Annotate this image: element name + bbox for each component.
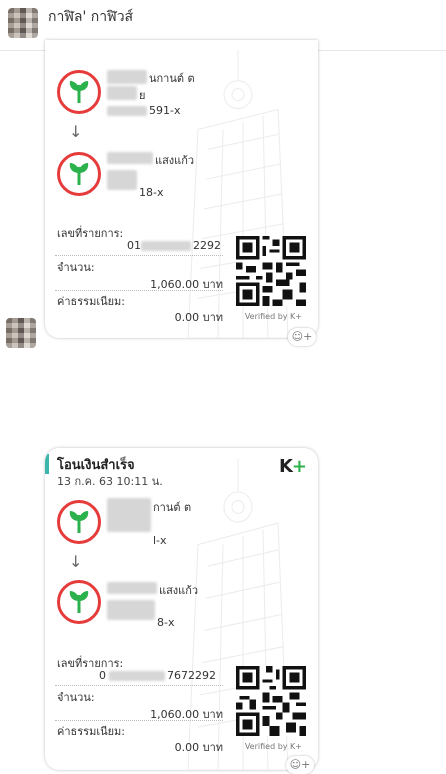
fee-value: 0.00 บาท <box>174 741 223 754</box>
kbank-logo <box>57 70 101 114</box>
qr-code[interactable] <box>236 236 306 306</box>
kbank-logo <box>57 580 101 624</box>
sender-avatar[interactable] <box>6 318 36 348</box>
verified-by-kplus: Verified by K+ <box>244 742 302 751</box>
divider <box>55 720 223 721</box>
receiver-name-suffix: แสงแก้ว <box>155 154 195 167</box>
amount-label: จำนวน: <box>57 691 95 704</box>
fee-label: ค่าธรรมเนียม: <box>57 725 125 738</box>
ref-prefix: 01 <box>127 239 141 252</box>
receiver-account-suffix: 18-x <box>139 186 164 199</box>
sender-account-suffix: 591-x <box>149 104 181 117</box>
receiver-name-mask <box>107 152 153 164</box>
qr-code[interactable] <box>236 666 306 736</box>
reaction-button[interactable]: ☺+ <box>286 756 314 774</box>
ref-label: เลขที่รายการ: <box>57 227 124 240</box>
arrow-down-icon: ↓ <box>69 552 83 571</box>
sender-account-suffix: l-x <box>153 534 167 547</box>
ref-label: เลขที่รายการ: <box>57 657 124 670</box>
arrow-down-icon: ↓ <box>69 122 83 141</box>
kbank-logo <box>57 152 101 196</box>
reaction-button[interactable]: ☺+ <box>288 328 316 346</box>
amount-label: จำนวน: <box>57 261 95 274</box>
sender-name-mask <box>107 70 147 84</box>
receiver-name-suffix: แสงแก้ว <box>159 584 199 597</box>
sender-avatar[interactable] <box>8 8 38 38</box>
kplus-plus: + <box>291 456 307 477</box>
ref-suffix: 7672292 <box>167 669 216 682</box>
fee-label: ค่าธรรมเนียม: <box>57 295 125 308</box>
kplus-logo: K+ <box>278 456 307 477</box>
kbank-logo <box>57 500 101 544</box>
receiver-account-suffix: 8-x <box>157 616 175 629</box>
transfer-slip-1[interactable]: นกานต์ ต ย 591-x ↓ แสงแก้ว 18-x เลขที่รา… <box>45 40 318 338</box>
receiver-line2-mask <box>107 170 137 190</box>
ref-prefix: 0 <box>99 669 106 682</box>
title-accent <box>45 454 49 474</box>
kplus-k: K <box>278 456 293 477</box>
sender-name-suffix: กานต์ ต <box>153 501 192 514</box>
receiver-name-mask <box>107 582 157 594</box>
sender-name-mask <box>107 498 151 532</box>
ref-mask <box>109 671 165 681</box>
slip-date: 13 ก.ค. 63 10:11 น. <box>57 475 163 488</box>
divider <box>55 290 223 291</box>
fee-value: 0.00 บาท <box>174 311 223 324</box>
sender-name[interactable]: กาฬิล' กาฬิวส์ <box>48 6 133 28</box>
sender-name-suffix: นกานต์ ต <box>149 72 195 85</box>
receiver-line2-mask <box>107 600 155 620</box>
sender-line2-mask <box>107 86 137 100</box>
ref-suffix: 2292 <box>193 239 221 252</box>
sender-account-mask <box>107 106 147 116</box>
divider <box>55 255 223 256</box>
divider <box>55 685 223 686</box>
sender-line2-suffix: ย <box>139 89 146 102</box>
verified-by-kplus: Verified by K+ <box>244 312 302 321</box>
transfer-slip-2[interactable]: โอนเงินสำเร็จ 13 ก.ค. 63 10:11 น. K+ กาน… <box>45 448 318 770</box>
ref-mask <box>141 241 191 251</box>
